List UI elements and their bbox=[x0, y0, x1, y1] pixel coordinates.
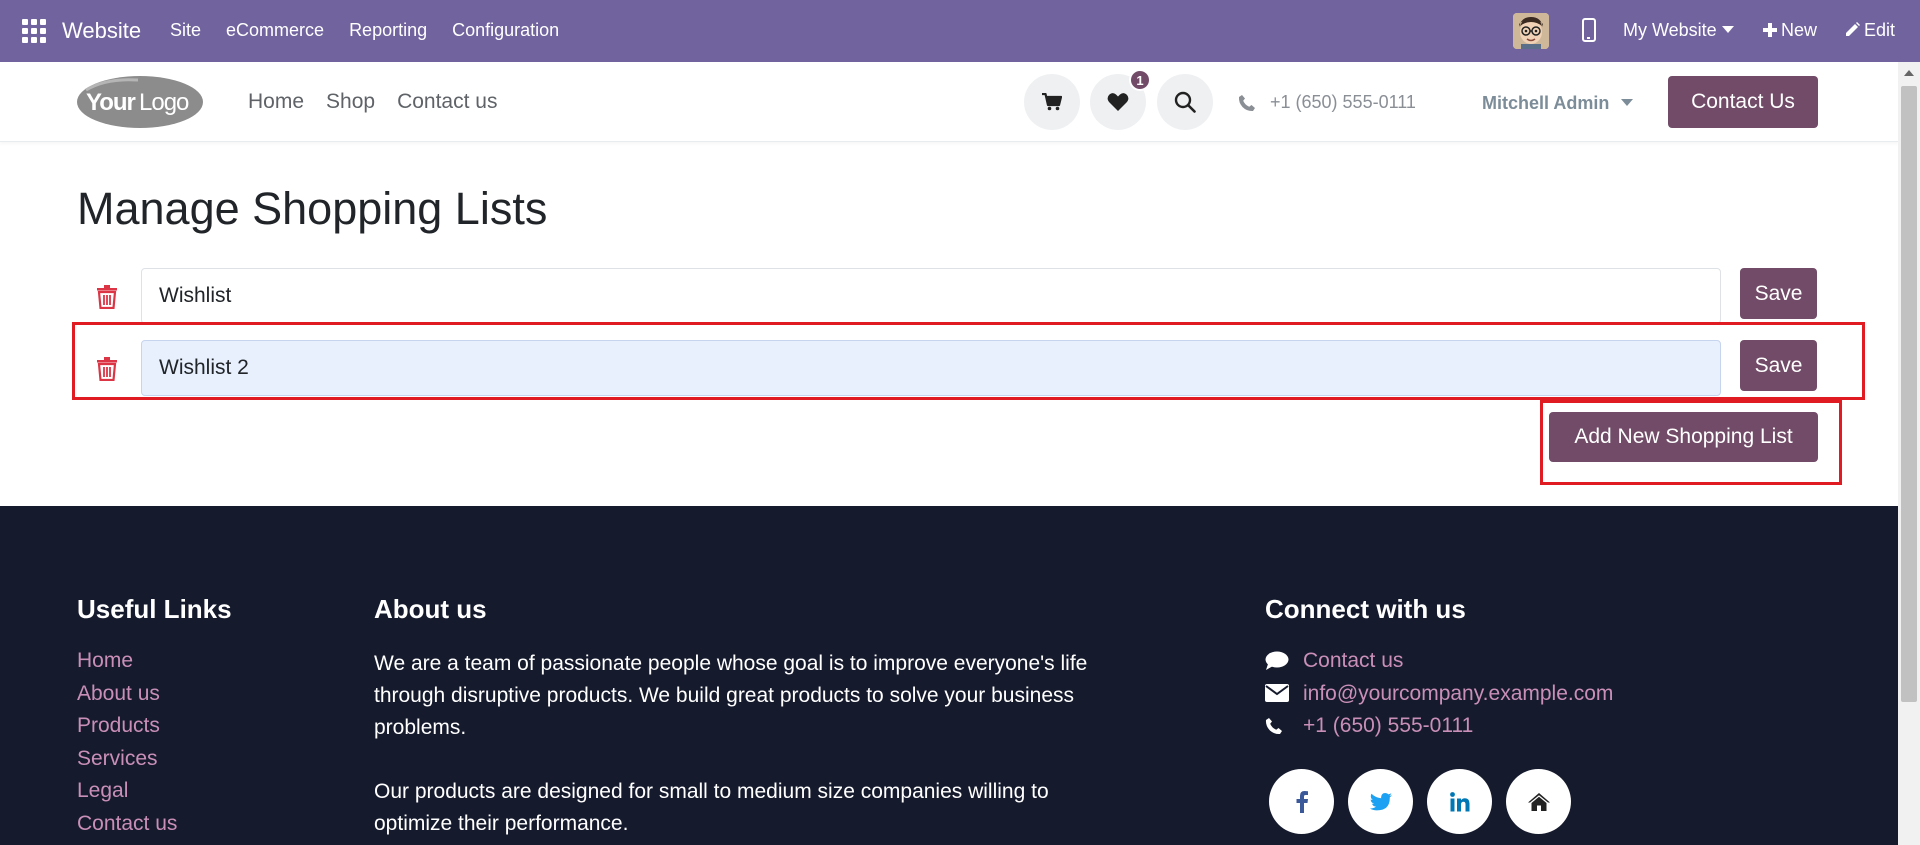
footer: Useful Links Home About us Products Serv… bbox=[0, 506, 1898, 845]
footer-useful-links-title: Useful Links bbox=[77, 594, 232, 624]
add-new-shopping-list-button[interactable]: Add New Shopping List bbox=[1549, 412, 1818, 462]
new-label: New bbox=[1781, 20, 1818, 40]
shopping-list-name-input[interactable] bbox=[141, 268, 1721, 324]
footer-useful-links: Home About us Products Services Legal Co… bbox=[77, 648, 177, 836]
footer-connect-title: Connect with us bbox=[1265, 594, 1466, 624]
mobile-preview-icon[interactable] bbox=[1582, 18, 1596, 42]
chevron-down-icon bbox=[1621, 99, 1634, 106]
save-button[interactable]: Save bbox=[1740, 340, 1817, 391]
home-icon bbox=[1527, 792, 1550, 811]
user-menu[interactable]: Mitchell Admin bbox=[1482, 93, 1634, 114]
footer-connect-contact[interactable]: Contact us bbox=[1265, 648, 1613, 674]
footer-about-title: About us bbox=[374, 594, 487, 624]
plus-icon bbox=[1763, 23, 1777, 37]
home-button[interactable] bbox=[1506, 769, 1571, 834]
facebook-button[interactable] bbox=[1269, 769, 1334, 834]
wishlist-count-badge: 1 bbox=[1129, 69, 1151, 91]
my-website-switcher[interactable]: My Website bbox=[1623, 20, 1734, 41]
footer-link-about-us[interactable]: About us bbox=[77, 681, 177, 707]
shopping-list-row: Save bbox=[77, 268, 1817, 324]
page-title: Manage Shopping Lists bbox=[77, 183, 548, 234]
linkedin-button[interactable] bbox=[1427, 769, 1492, 834]
shopping-list-row: Save bbox=[77, 340, 1817, 396]
admin-top-bar: Website Site eCommerce Reporting Configu… bbox=[0, 0, 1920, 62]
nav-shop[interactable]: Shop bbox=[326, 90, 375, 114]
site-nav: Home Shop Contact us bbox=[248, 90, 497, 114]
footer-about-paragraph: We are a team of passionate people whose… bbox=[374, 652, 1088, 739]
footer-link-home[interactable]: Home bbox=[77, 648, 177, 674]
envelope-icon bbox=[1265, 684, 1289, 703]
search-icon bbox=[1174, 91, 1196, 113]
admin-menu-site[interactable]: Site bbox=[170, 20, 201, 41]
linkedin-icon bbox=[1449, 791, 1469, 811]
phone-icon bbox=[1238, 94, 1255, 111]
new-button[interactable]: New bbox=[1763, 20, 1817, 41]
trash-icon[interactable] bbox=[96, 285, 118, 309]
heart-icon bbox=[1107, 93, 1129, 111]
footer-connect-email[interactable]: info@yourcompany.example.com bbox=[1265, 681, 1613, 707]
admin-menu-reporting[interactable]: Reporting bbox=[349, 20, 427, 41]
admin-menu-configuration[interactable]: Configuration bbox=[452, 20, 559, 41]
apps-grid-icon[interactable] bbox=[22, 19, 46, 43]
search-button[interactable] bbox=[1157, 74, 1213, 130]
footer-link-contact-us[interactable]: Contact us bbox=[77, 811, 177, 837]
nav-home[interactable]: Home bbox=[248, 90, 304, 114]
chevron-down-icon bbox=[1721, 26, 1734, 33]
footer-about-text: We are a team of passionate people whose… bbox=[374, 648, 1094, 840]
phone-icon bbox=[1265, 717, 1282, 734]
nav-contact-us[interactable]: Contact us bbox=[397, 90, 497, 114]
admin-menu-ecommerce[interactable]: eCommerce bbox=[226, 20, 324, 41]
scrollbar-thumb[interactable] bbox=[1901, 86, 1917, 702]
header-phone[interactable]: +1 (650) 555-0111 bbox=[1238, 92, 1416, 113]
twitter-icon bbox=[1369, 792, 1392, 810]
user-avatar[interactable] bbox=[1513, 13, 1549, 49]
footer-about-paragraph: Our products are designed for small to m… bbox=[374, 780, 1049, 835]
footer-link-products[interactable]: Products bbox=[77, 713, 177, 739]
user-name: Mitchell Admin bbox=[1482, 93, 1610, 113]
cart-button[interactable] bbox=[1024, 74, 1080, 130]
company-logo[interactable]: Your Logo bbox=[76, 74, 204, 130]
footer-link-services[interactable]: Services bbox=[77, 746, 177, 772]
footer-link-legal[interactable]: Legal bbox=[77, 778, 177, 804]
footer-connect-phone[interactable]: +1 (650) 555-0111 bbox=[1265, 713, 1613, 739]
footer-phone-label: +1 (650) 555-0111 bbox=[1303, 714, 1474, 737]
my-website-label: My Website bbox=[1623, 20, 1717, 40]
site-header: Your Logo Home Shop Contact us 1 +1 (650… bbox=[0, 62, 1898, 142]
page-scrollbar[interactable] bbox=[1898, 62, 1920, 845]
chat-icon bbox=[1265, 651, 1289, 670]
cart-icon bbox=[1042, 93, 1062, 111]
trash-icon[interactable] bbox=[96, 357, 118, 381]
admin-menu: Site eCommerce Reporting Configuration bbox=[170, 20, 559, 41]
save-button[interactable]: Save bbox=[1740, 268, 1817, 319]
footer-connect-list: Contact us info@yourcompany.example.com … bbox=[1265, 648, 1613, 739]
footer-contact-label: Contact us bbox=[1303, 649, 1404, 672]
admin-app-name[interactable]: Website bbox=[62, 18, 141, 44]
header-phone-number: +1 (650) 555-0111 bbox=[1270, 92, 1416, 112]
shopping-list-name-input[interactable] bbox=[141, 340, 1721, 396]
svg-text:Your: Your bbox=[86, 89, 136, 116]
edit-button[interactable]: Edit bbox=[1845, 20, 1895, 41]
scroll-up-arrow-icon[interactable] bbox=[1904, 70, 1914, 76]
footer-email-label: info@yourcompany.example.com bbox=[1303, 681, 1614, 705]
svg-text:Logo: Logo bbox=[139, 89, 189, 116]
contact-us-button[interactable]: Contact Us bbox=[1668, 76, 1818, 128]
pencil-icon bbox=[1846, 22, 1860, 36]
facebook-icon bbox=[1296, 790, 1308, 813]
twitter-button[interactable] bbox=[1348, 769, 1413, 834]
edit-label: Edit bbox=[1864, 20, 1896, 40]
